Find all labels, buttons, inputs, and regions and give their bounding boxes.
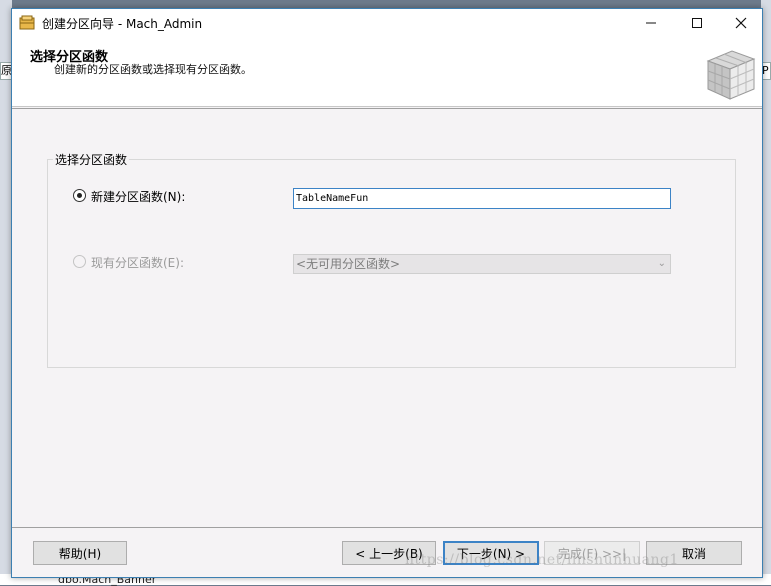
existing-function-select[interactable]: <无可用分区函数> ⌄ (293, 254, 671, 274)
help-button[interactable]: 帮助(H) (33, 541, 127, 565)
database-icon (19, 15, 35, 30)
close-button[interactable] (718, 9, 764, 37)
group-label: 选择分区函数 (53, 151, 130, 168)
new-function-radio[interactable] (73, 189, 86, 202)
minimize-icon (646, 22, 656, 24)
new-function-name-input[interactable]: TableNameFun (293, 188, 671, 209)
existing-function-label: 现有分区函数(E): (91, 256, 184, 270)
watermark: https://blog.csdn.net/linshunhuang1 (405, 552, 679, 568)
title-bar[interactable]: 创建分区向导 - Mach_Admin (12, 9, 762, 37)
existing-function-value: <无可用分区函数> (296, 257, 401, 271)
page-subtitle: 创建新的分区函数或选择现有分区函数。 (54, 63, 252, 76)
maximize-icon (692, 18, 702, 28)
footer-separator (12, 527, 762, 528)
minimize-button[interactable] (628, 9, 674, 37)
chevron-down-icon: ⌄ (657, 258, 666, 269)
existing-function-radio[interactable] (73, 255, 86, 268)
header-separator (12, 108, 762, 109)
maximize-button[interactable] (674, 9, 720, 37)
new-function-label[interactable]: 新建分区函数(N): (91, 188, 185, 205)
window-title: 创建分区向导 - Mach_Admin (42, 17, 203, 31)
partition-wizard-dialog: 创建分区向导 - Mach_Admin 选择分区函数 创建新的分区函数或选择现有… (11, 8, 763, 578)
close-icon (735, 17, 747, 29)
wizard-header: 选择分区函数 创建新的分区函数或选择现有分区函数。 (12, 37, 762, 107)
partition-cube-icon (706, 50, 756, 100)
